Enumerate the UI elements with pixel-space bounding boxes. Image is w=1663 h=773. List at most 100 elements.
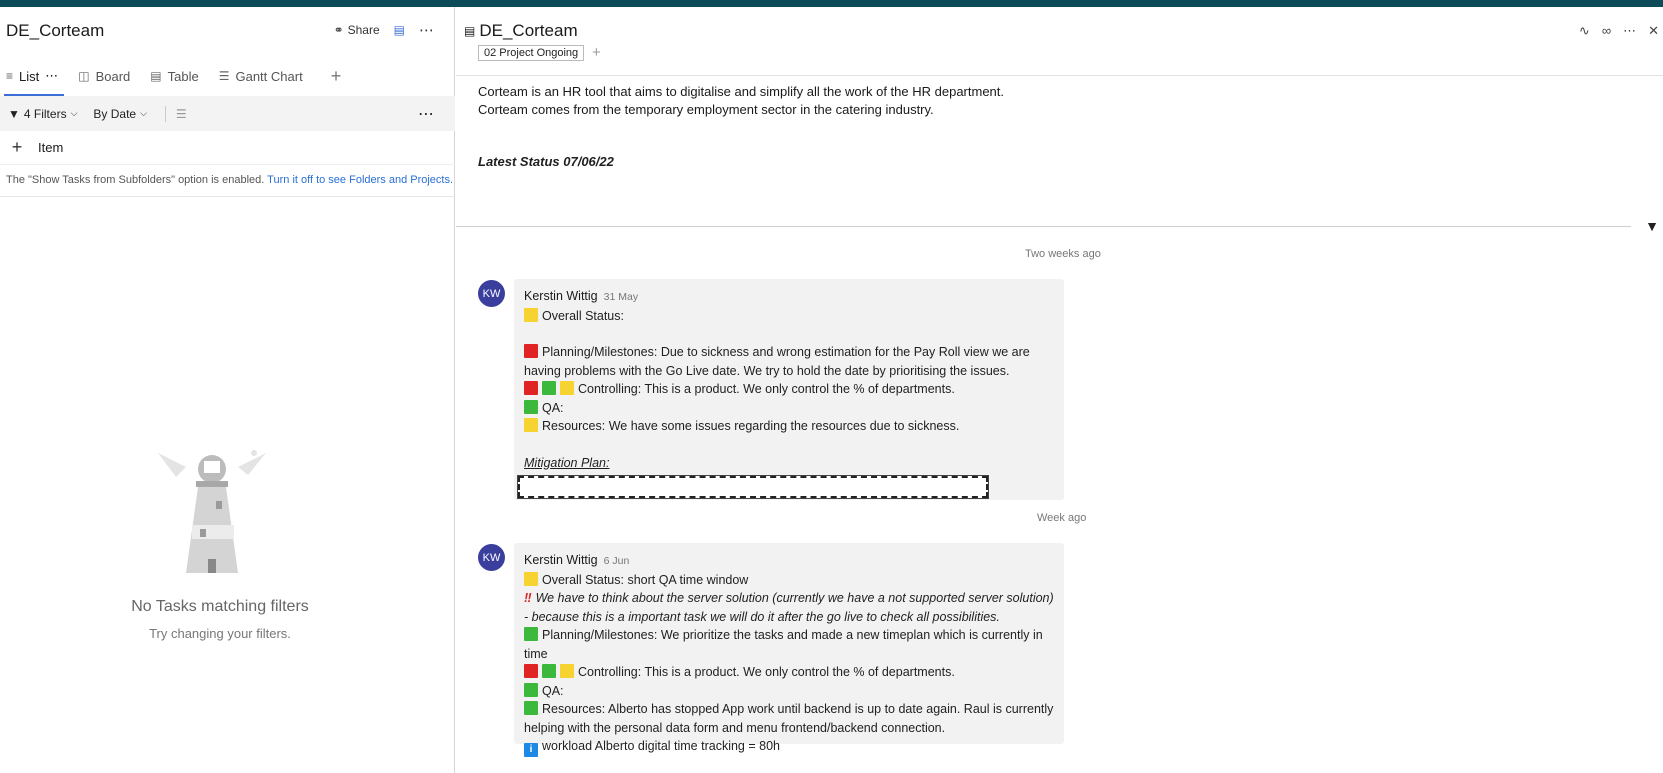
- planning-status: Planning/Milestones: Due to sickness and…: [524, 345, 1030, 378]
- post-timestamp: Week ago: [1037, 512, 1087, 524]
- yellow-square-icon: [560, 664, 574, 678]
- mitigation-label: Mitigation Plan:: [524, 455, 610, 470]
- info-icon: i: [524, 743, 538, 757]
- more-icon[interactable]: ⋯: [418, 104, 435, 124]
- embedded-table-placeholder[interactable]: [517, 475, 989, 499]
- green-square-icon: [524, 399, 538, 414]
- left-header-actions: ⚭ Share ▤ ⋯: [334, 21, 434, 39]
- divider: [164, 105, 166, 122]
- tab-list-label: List: [19, 68, 40, 84]
- qa-status: QA:: [542, 683, 564, 698]
- post-date: 6 Jun: [603, 555, 630, 567]
- comment-bubble: Kerstin Wittig 31 May Overall Status: Pla…: [514, 279, 1064, 500]
- tab-board-label: Board: [95, 68, 131, 84]
- detail-toolbar: ∿ ∞ ⋯ ✕: [1579, 23, 1659, 39]
- tab-table[interactable]: ▤ Table: [144, 56, 212, 96]
- subfolder-notice: The "Show Tasks from Subfolders" option …: [6, 174, 453, 186]
- avatar[interactable]: KW: [478, 544, 505, 571]
- planning-status: Planning/Milestones: We prioritize the t…: [524, 628, 1043, 661]
- checklist-icon[interactable]: ☰: [176, 107, 187, 121]
- server-note: We have to think about the server soluti…: [524, 591, 1054, 624]
- add-tag-button[interactable]: +: [592, 44, 601, 61]
- more-icon[interactable]: ⋯: [419, 21, 434, 39]
- clipboard-icon[interactable]: ▤: [394, 23, 405, 37]
- top-accent-bar: [0, 0, 1663, 7]
- post-timestamp: Two weeks ago: [1025, 248, 1101, 260]
- gantt-icon: ☰: [218, 69, 230, 83]
- description-line: Corteam is an HR tool that aims to digit…: [478, 84, 1005, 99]
- share-label: Share: [347, 23, 380, 37]
- yellow-square-icon: [560, 381, 574, 395]
- tab-table-label: Table: [167, 68, 199, 84]
- green-square-icon: [524, 682, 538, 697]
- red-square-icon: [524, 381, 538, 395]
- author-name[interactable]: Kerstin Wittig: [524, 289, 598, 303]
- tab-list[interactable]: ≡ List ⋯: [0, 56, 72, 96]
- empty-state-subtitle: Try changing your filters.: [149, 626, 291, 641]
- add-item-label: Item: [38, 140, 64, 155]
- latest-status-heading: Latest Status 07/06/22: [478, 154, 614, 169]
- controlling-status: Controlling: This is a product. We only …: [578, 665, 955, 679]
- chevron-down-icon: ⌵: [140, 108, 147, 118]
- add-item-row[interactable]: + Item: [0, 131, 455, 165]
- link-icon[interactable]: ∞: [1602, 23, 1611, 39]
- filter-icon: ▼: [8, 106, 20, 121]
- qa-status: QA:: [542, 400, 564, 415]
- overall-status: Overall Status:: [542, 308, 624, 323]
- detail-title-text: DE_Corteam: [479, 21, 578, 40]
- resources-status: Resources: We have some issues regarding…: [542, 419, 960, 433]
- rss-icon[interactable]: ∿: [1579, 23, 1590, 39]
- post-date: 31 May: [603, 291, 639, 303]
- project-title: DE_Corteam: [6, 21, 105, 40]
- view-tabs: ≡ List ⋯ ◫ Board ▤ Table ☰ Gantt Chart +: [0, 56, 455, 96]
- add-view-button[interactable]: +: [317, 56, 356, 96]
- filter-bar: ▼ 4 Filters ⌵ By Date ⌵ ☰ ⋯: [0, 96, 455, 131]
- author-name[interactable]: Kerstin Wittig: [524, 553, 598, 567]
- filters-dropdown[interactable]: ▼ 4 Filters ⌵: [0, 107, 85, 121]
- workload-note: workload Alberto digital time tracking =…: [542, 739, 780, 753]
- person-icon: ⚭: [333, 23, 344, 37]
- right-panel: ▤ DE_Corteam ∿ ∞ ⋯ ✕ 02 Project Ongoing …: [456, 7, 1663, 773]
- red-square-icon: [524, 664, 538, 678]
- filters-label: 4 Filters: [23, 106, 67, 121]
- green-square-icon: [542, 381, 556, 395]
- tab-more-icon[interactable]: ⋯: [45, 68, 58, 84]
- tab-gantt[interactable]: ☰ Gantt Chart: [213, 56, 317, 96]
- green-square-icon: [524, 627, 538, 641]
- table-icon: ▤: [150, 69, 162, 83]
- more-icon[interactable]: ⋯: [1623, 23, 1636, 39]
- divider: [456, 75, 1663, 76]
- yellow-square-icon: [524, 418, 538, 432]
- close-icon[interactable]: ✕: [1648, 23, 1659, 39]
- controlling-status: Controlling: This is a product. We only …: [578, 382, 955, 396]
- sort-label: By Date: [93, 106, 137, 121]
- comments-divider: [456, 226, 1631, 227]
- document-icon: ▤: [464, 24, 476, 38]
- list-icon: ≡: [6, 69, 14, 83]
- comment-bubble: Kerstin Wittig 6 Jun Overall Status: shor…: [514, 543, 1064, 757]
- yellow-square-icon: [524, 307, 538, 322]
- notice-text: The "Show Tasks from Subfolders" option …: [6, 174, 265, 186]
- green-square-icon: [542, 664, 556, 678]
- board-icon: ◫: [78, 69, 90, 83]
- share-button[interactable]: ⚭ Share: [334, 23, 380, 37]
- sort-dropdown[interactable]: By Date ⌵: [85, 107, 155, 121]
- chevron-down-icon: ⌵: [70, 108, 78, 118]
- detail-title: ▤ DE_Corteam: [464, 21, 578, 41]
- tab-gantt-label: Gantt Chart: [235, 68, 303, 84]
- status-tag[interactable]: 02 Project Ongoing: [478, 45, 585, 61]
- project-description: Corteam is an HR tool that aims to digit…: [478, 83, 1004, 119]
- lighthouse-illustration: [158, 450, 266, 573]
- divider: [0, 196, 455, 197]
- empty-state-title: No Tasks matching filters: [131, 598, 309, 615]
- left-panel: DE_Corteam ⚭ Share ▤ ⋯ ≡ List ⋯ ◫ Board …: [0, 7, 455, 773]
- green-square-icon: [524, 701, 538, 715]
- avatar[interactable]: KW: [478, 280, 505, 307]
- filter-icon[interactable]: ▼: [1645, 218, 1659, 234]
- overall-status: Overall Status: short QA time window: [542, 572, 749, 587]
- double-exclamation-icon: ‼: [524, 591, 532, 605]
- description-line: Corteam comes from the temporary employm…: [478, 102, 934, 117]
- notice-link[interactable]: Turn it off to see Folders and Projects.: [267, 174, 453, 186]
- tab-board[interactable]: ◫ Board: [72, 56, 144, 96]
- plus-icon: +: [11, 137, 23, 157]
